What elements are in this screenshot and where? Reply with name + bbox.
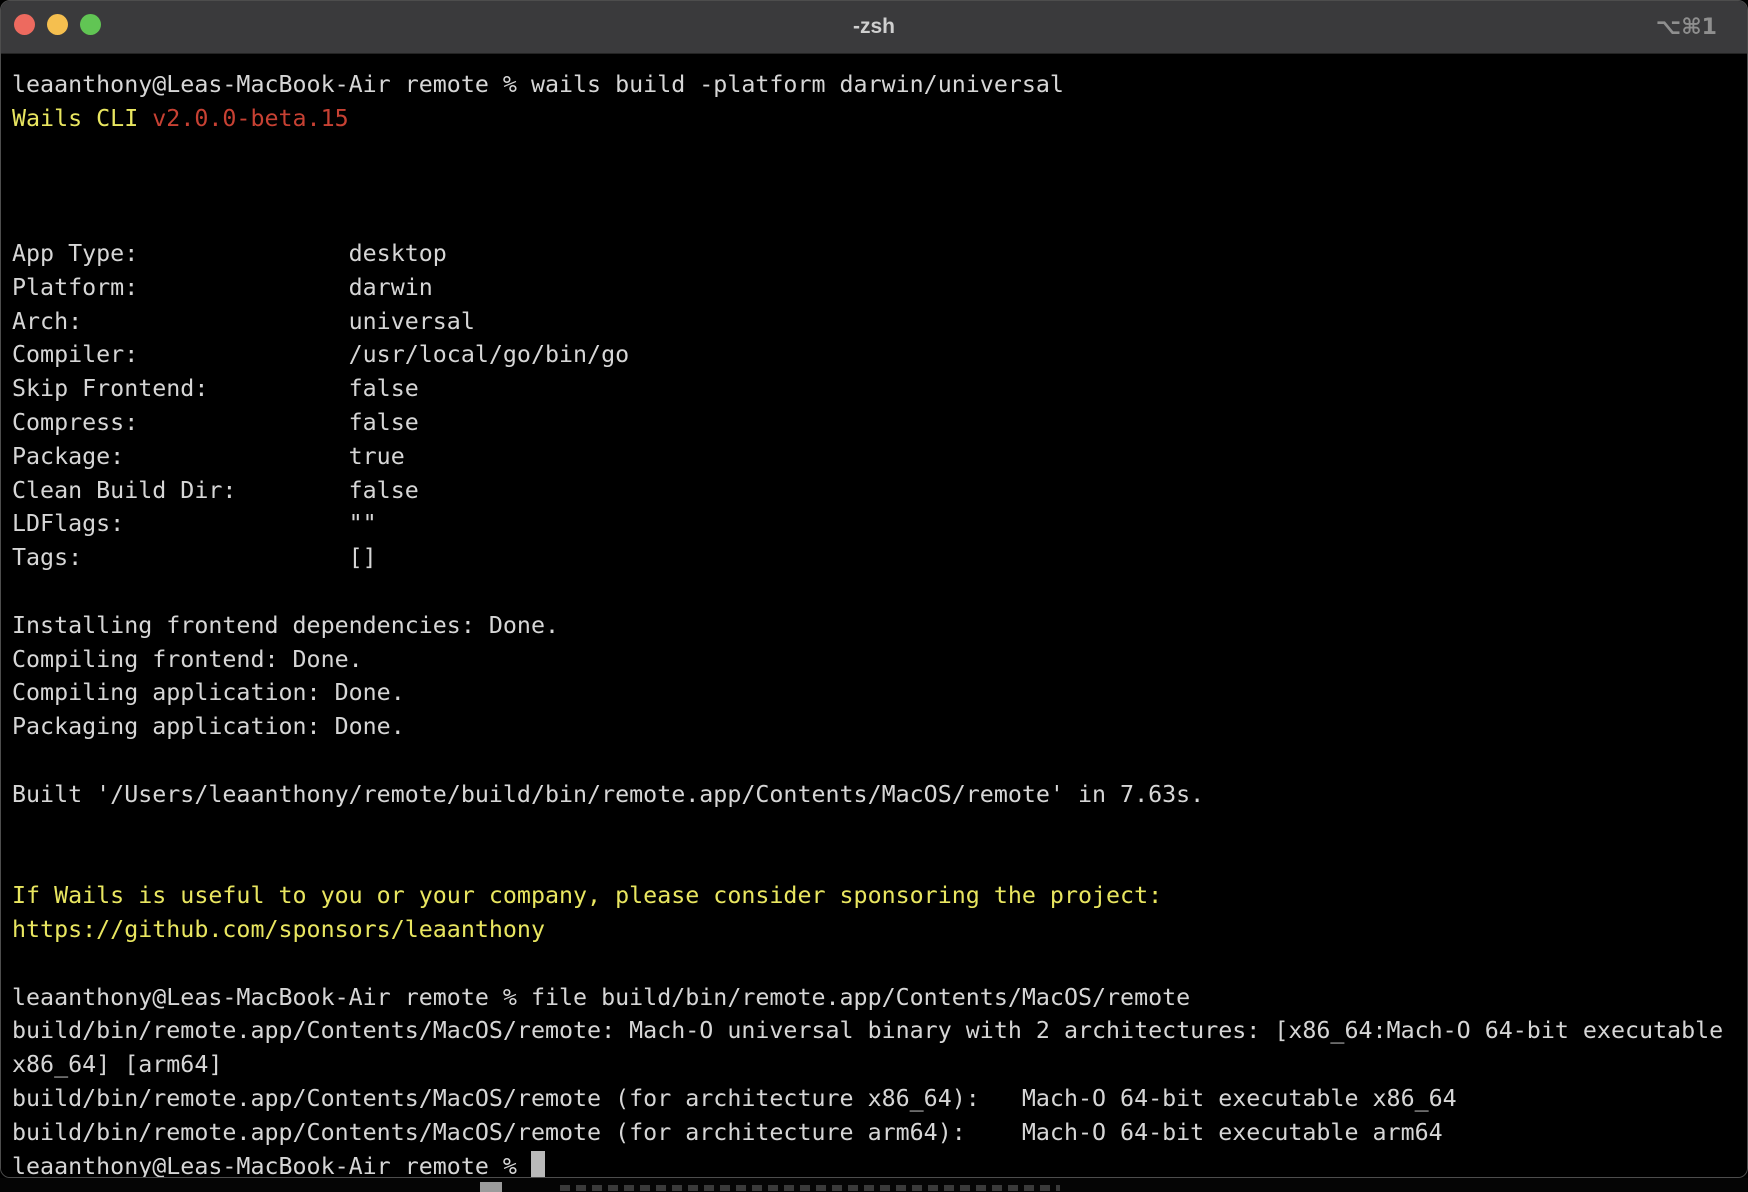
terminal-line: LDFlags: "": [12, 507, 1747, 541]
terminal-line: Tags: []: [12, 541, 1747, 575]
terminal-line: https://github.com/sponsors/leaanthony: [12, 913, 1747, 947]
terminal-line: [12, 575, 1747, 609]
terminal-text-segment: leaanthony@Leas-MacBook-Air remote % fil…: [12, 984, 1190, 1011]
terminal-text-segment: App Type: desktop: [12, 240, 447, 267]
terminal-line: Compiler: /usr/local/go/bin/go: [12, 338, 1747, 372]
terminal-line: Package: true: [12, 440, 1747, 474]
terminal-line: [12, 203, 1747, 237]
terminal-cursor: [531, 1151, 545, 1178]
terminal-text-segment: If Wails is useful to you or your compan…: [12, 882, 1162, 909]
terminal-text-segment: Package: true: [12, 443, 405, 470]
terminal-text-segment: Tags: []: [12, 544, 377, 571]
terminal-text-segment: Clean Build Dir: false: [12, 477, 419, 504]
terminal-text-segment: Wails CLI: [12, 105, 152, 132]
occluded-window-fragment: [0, 1178, 1748, 1192]
terminal-text-segment: Built '/Users/leaanthony/remote/build/bi…: [12, 781, 1204, 808]
terminal-line: [12, 812, 1747, 846]
terminal-text-segment: v2.0.0-beta.15: [152, 105, 348, 132]
terminal-line: Skip Frontend: false: [12, 372, 1747, 406]
occluded-text-fragment: [560, 1185, 1060, 1191]
terminal-text-segment: build/bin/remote.app/Contents/MacOS/remo…: [12, 1119, 1443, 1146]
terminal-line: Built '/Users/leaanthony/remote/build/bi…: [12, 778, 1747, 812]
terminal-line: [12, 136, 1747, 170]
terminal-line: Arch: universal: [12, 305, 1747, 339]
terminal-line: Wails CLI v2.0.0-beta.15: [12, 102, 1747, 136]
terminal-text-segment: Installing frontend dependencies: Done.: [12, 612, 559, 639]
terminal-text-segment: build/bin/remote.app/Contents/MacOS/remo…: [12, 1017, 1723, 1044]
terminal-line: [12, 169, 1747, 203]
terminal-text-segment: leaanthony@Leas-MacBook-Air remote %: [12, 1153, 531, 1179]
terminal-line: [12, 744, 1747, 778]
terminal-line: leaanthony@Leas-MacBook-Air remote %: [12, 1150, 1747, 1179]
terminal-line: [12, 845, 1747, 879]
terminal-line: App Type: desktop: [12, 237, 1747, 271]
terminal-text-segment: x86_64] [arm64]: [12, 1051, 222, 1078]
terminal-text-segment: Skip Frontend: false: [12, 375, 419, 402]
terminal-text-segment: Packaging application: Done.: [12, 713, 405, 740]
terminal-line: Compress: false: [12, 406, 1747, 440]
title-bar[interactable]: -zsh ⌥⌘1: [1, 1, 1747, 54]
terminal-line: Packaging application: Done.: [12, 710, 1747, 744]
terminal-line: If Wails is useful to you or your compan…: [12, 879, 1747, 913]
terminal-line: Compiling frontend: Done.: [12, 643, 1747, 677]
terminal-text-segment: Platform: darwin: [12, 274, 433, 301]
terminal-line: build/bin/remote.app/Contents/MacOS/remo…: [12, 1116, 1747, 1150]
terminal-text-segment: Compiling application: Done.: [12, 679, 405, 706]
terminal-text-segment: Compiler: /usr/local/go/bin/go: [12, 341, 629, 368]
terminal-text-segment: Compress: false: [12, 409, 419, 436]
terminal-text-segment: Compiling frontend: Done.: [12, 646, 363, 673]
window-title: -zsh: [1, 1, 1747, 53]
terminal-text-segment: LDFlags: "": [12, 510, 377, 537]
terminal-line: leaanthony@Leas-MacBook-Air remote % fil…: [12, 981, 1747, 1015]
terminal-line: leaanthony@Leas-MacBook-Air remote % wai…: [12, 68, 1747, 102]
terminal-output[interactable]: leaanthony@Leas-MacBook-Air remote % wai…: [1, 54, 1747, 1178]
terminal-line: build/bin/remote.app/Contents/MacOS/remo…: [12, 1014, 1747, 1048]
terminal-text-segment: Arch: universal: [12, 308, 475, 335]
terminal-window: -zsh ⌥⌘1 leaanthony@Leas-MacBook-Air rem…: [0, 0, 1748, 1178]
terminal-line: Installing frontend dependencies: Done.: [12, 609, 1747, 643]
terminal-line: build/bin/remote.app/Contents/MacOS/remo…: [12, 1082, 1747, 1116]
terminal-text-segment: leaanthony@Leas-MacBook-Air remote % wai…: [12, 71, 1064, 98]
terminal-line: Clean Build Dir: false: [12, 474, 1747, 508]
terminal-line: x86_64] [arm64]: [12, 1048, 1747, 1082]
terminal-line: Compiling application: Done.: [12, 676, 1747, 710]
terminal-text-segment: build/bin/remote.app/Contents/MacOS/remo…: [12, 1085, 1457, 1112]
terminal-line: [12, 947, 1747, 981]
window-shortcut-badge: ⌥⌘1: [1656, 1, 1717, 53]
terminal-text-segment: https://github.com/sponsors/leaanthony: [12, 916, 545, 943]
terminal-line: Platform: darwin: [12, 271, 1747, 305]
occluded-cursor-fragment: [480, 1182, 502, 1192]
